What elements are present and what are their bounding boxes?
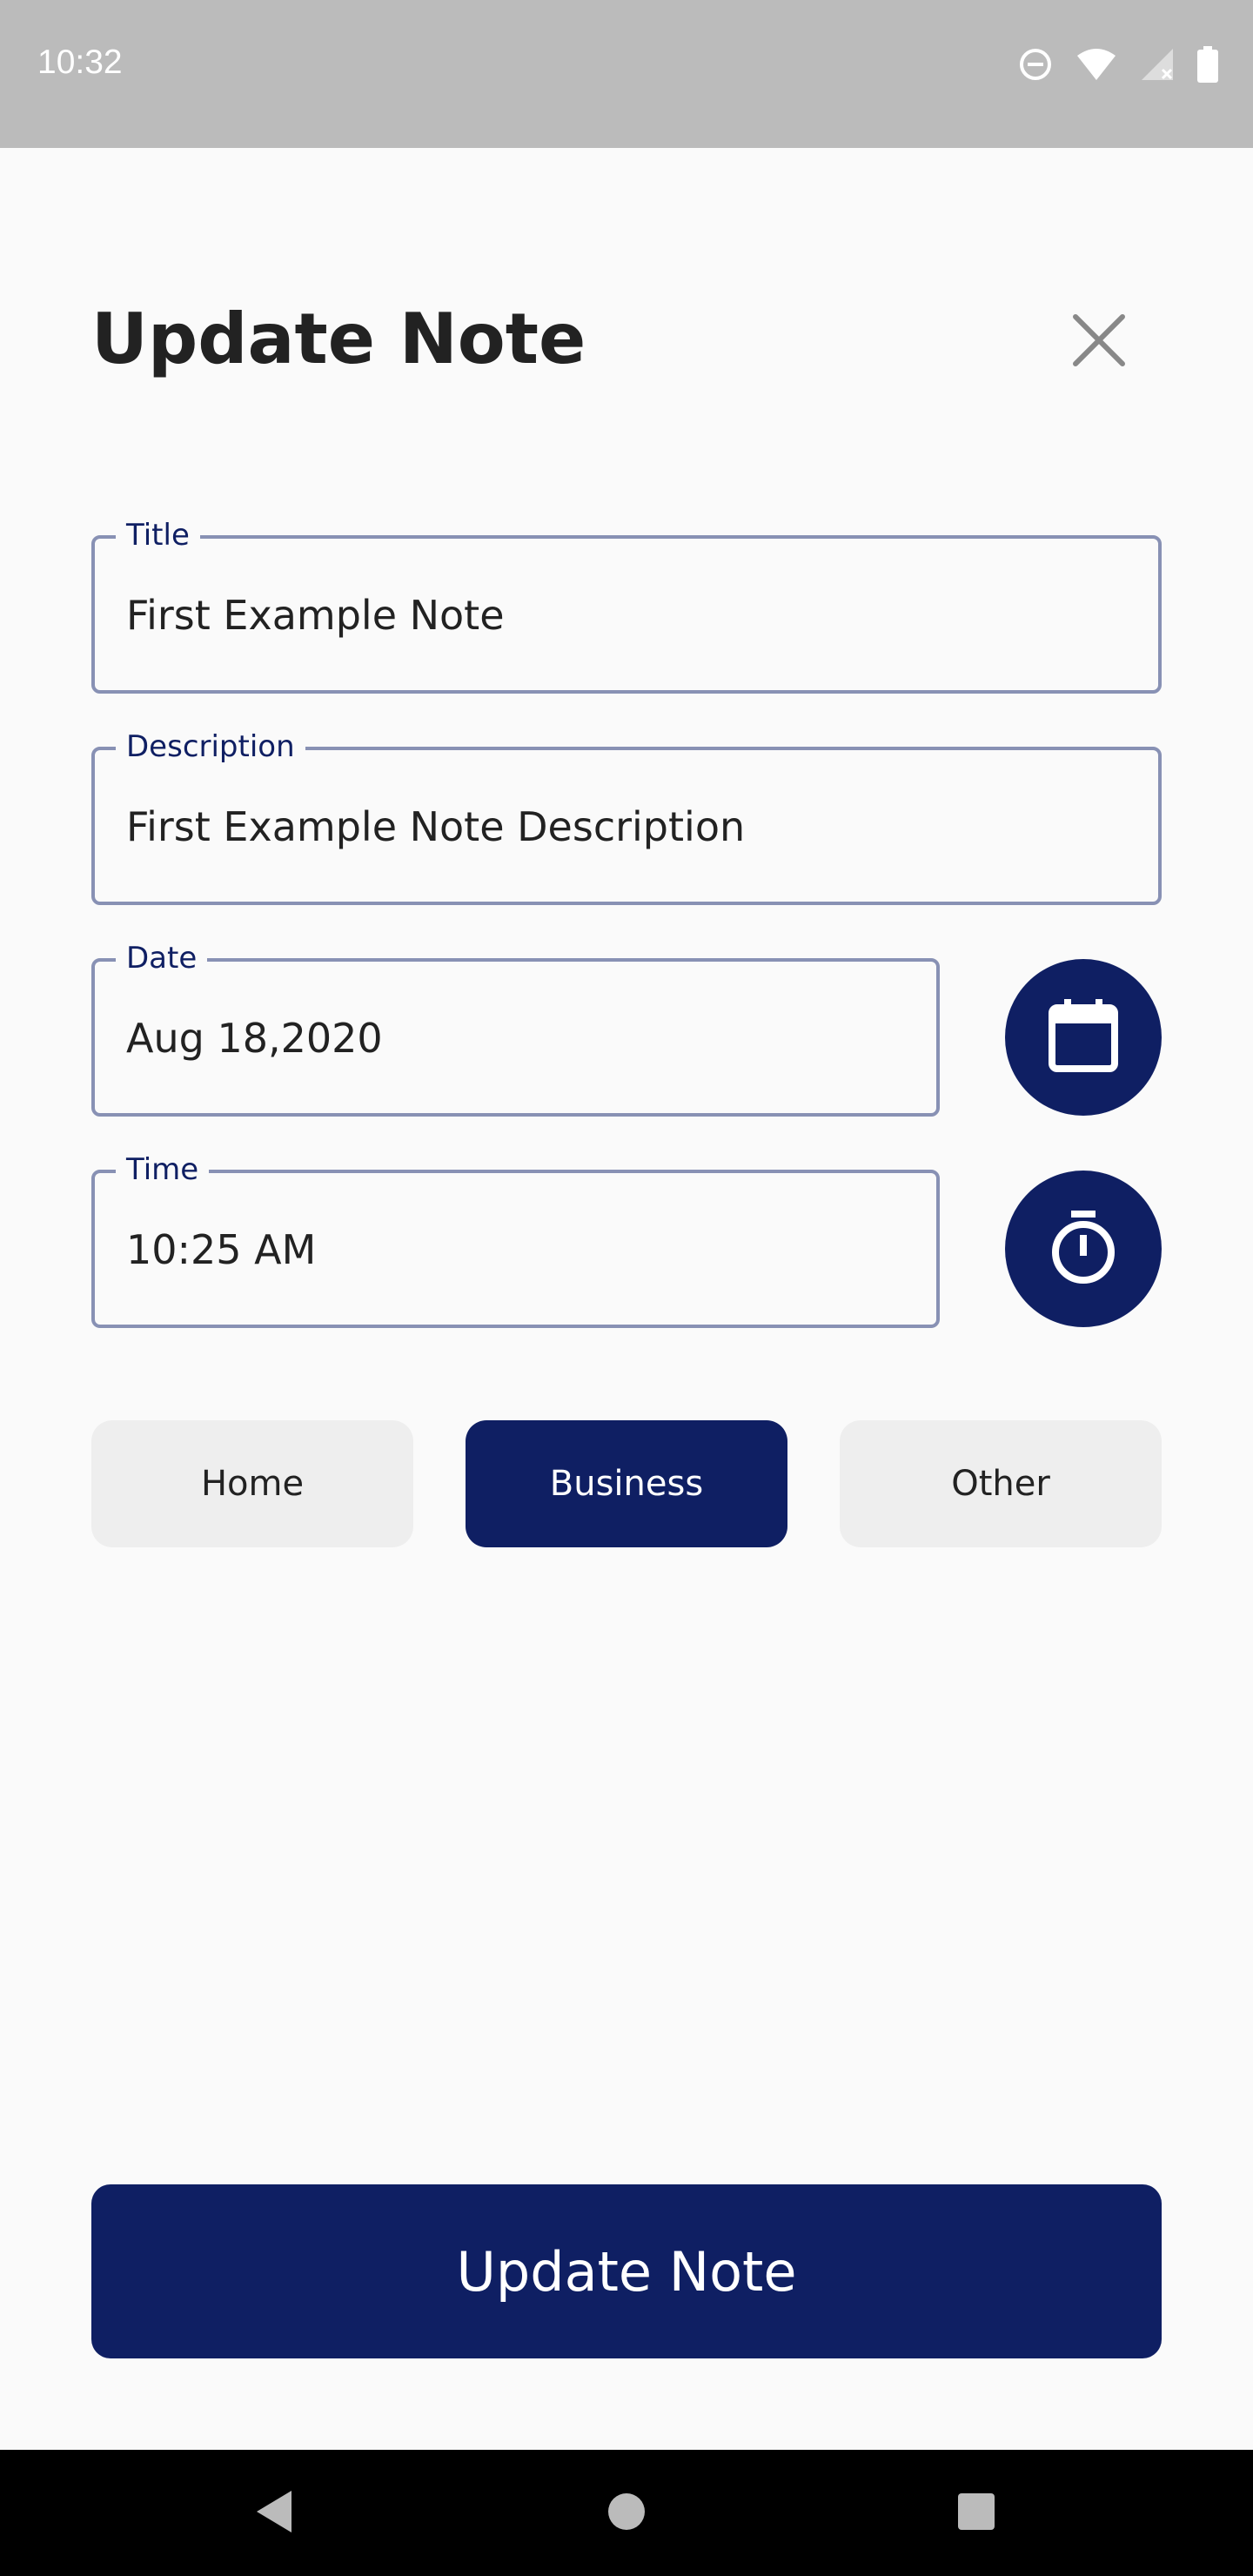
date-input[interactable]	[126, 1003, 905, 1073]
timer-icon	[1049, 1211, 1118, 1287]
date-label: Date	[116, 939, 208, 977]
description-label: Description	[116, 728, 305, 766]
page-title: Update Note	[91, 299, 586, 379]
battery-icon	[1197, 46, 1218, 83]
signal-no-sim-icon	[1140, 47, 1175, 82]
category-chip-home[interactable]: Home	[91, 1420, 413, 1547]
recents-icon	[956, 2492, 996, 2535]
category-chip-other[interactable]: Other	[840, 1420, 1162, 1547]
title-input[interactable]	[126, 580, 1127, 650]
status-icons	[1018, 44, 1218, 85]
description-field: Description	[91, 728, 1162, 905]
wifi-icon	[1075, 47, 1117, 82]
do-not-disturb-icon	[1018, 47, 1053, 82]
title-label: Title	[116, 516, 200, 554]
nav-back-button[interactable]	[204, 2450, 344, 2576]
time-field: Time	[91, 1150, 940, 1328]
category-chip-business[interactable]: Business	[466, 1420, 787, 1547]
close-button[interactable]	[1062, 305, 1136, 379]
time-picker-button[interactable]	[1005, 1171, 1162, 1327]
description-input[interactable]	[126, 792, 1127, 862]
close-icon	[1072, 313, 1126, 371]
nav-home-button[interactable]	[557, 2450, 696, 2576]
navigation-bar	[0, 2450, 1253, 2576]
calendar-icon	[1049, 999, 1118, 1076]
home-icon	[606, 2492, 647, 2535]
title-field: Title	[91, 516, 1162, 694]
time-input[interactable]	[126, 1215, 905, 1285]
nav-recents-button[interactable]	[907, 2450, 1046, 2576]
back-icon	[253, 2489, 295, 2538]
date-picker-button[interactable]	[1005, 959, 1162, 1116]
status-time: 10:32	[37, 44, 123, 81]
status-bar: 10:32	[0, 0, 1253, 148]
update-note-screen: Update Note Title Description Date Tim	[0, 148, 1253, 2450]
date-field: Date	[91, 939, 940, 1117]
time-label: Time	[116, 1150, 210, 1189]
update-note-button[interactable]: Update Note	[91, 2184, 1162, 2358]
category-selector: Home Business Other	[91, 1420, 1162, 1547]
